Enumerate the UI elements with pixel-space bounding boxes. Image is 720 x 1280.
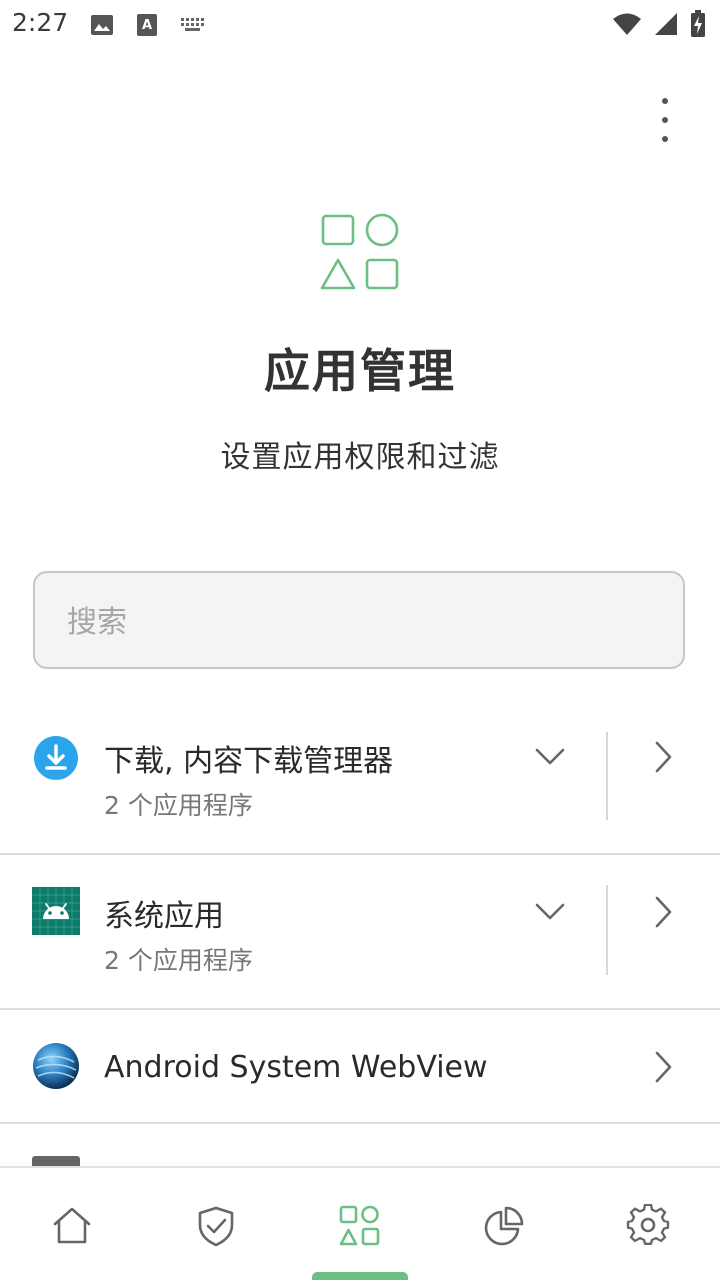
wifi-icon <box>613 13 641 35</box>
apps-shapes-icon <box>320 213 399 290</box>
status-notification-icons: A <box>90 12 206 38</box>
shield-check-icon[interactable] <box>194 1204 238 1248</box>
android-icon <box>32 887 80 935</box>
list-item-downloads[interactable]: 下载, 内容下载管理器 2 个应用程序 <box>0 708 720 854</box>
page-subtitle: 设置应用权限和过滤 <box>220 440 500 475</box>
svg-text:A: A <box>142 18 152 33</box>
bottom-navigation <box>0 1166 720 1280</box>
keyboard-icon <box>181 18 204 31</box>
webview-globe-icon <box>33 1043 79 1089</box>
battery-charging-icon <box>691 10 705 37</box>
search-input[interactable] <box>65 599 649 645</box>
download-icon <box>34 736 78 780</box>
overflow-menu-button[interactable] <box>650 98 680 142</box>
image-icon <box>91 15 113 35</box>
list-item-title: 下载, 内容下载管理器 <box>104 744 394 779</box>
settings-gear-icon[interactable] <box>626 1204 670 1248</box>
chevron-down-icon[interactable] <box>534 901 566 923</box>
vertical-divider <box>606 885 608 975</box>
text-a-icon: A <box>137 14 157 36</box>
chevron-down-icon[interactable] <box>534 746 566 768</box>
chevron-right-icon[interactable] <box>652 895 674 929</box>
home-icon[interactable] <box>50 1204 94 1248</box>
page-title: 应用管理 <box>264 344 456 398</box>
list-item-title: 系统应用 <box>104 899 224 934</box>
overflow-dot <box>662 98 668 104</box>
app-icon-partial <box>32 1156 80 1166</box>
chevron-right-icon[interactable] <box>652 740 674 774</box>
status-time: 2:27 <box>12 8 69 37</box>
overflow-dot <box>662 136 668 142</box>
app-screen: 2:27 A 应用管理 设置应用权限和过滤 搜索 下载, 内容下载管理器 2 个… <box>0 0 720 1280</box>
list-item-title: Android System WebView <box>104 1050 488 1085</box>
list-item-partial[interactable] <box>0 1124 720 1166</box>
signal-icon <box>655 13 677 35</box>
search-field[interactable] <box>33 571 685 669</box>
overflow-dot <box>662 117 668 123</box>
list-item-system-apps[interactable]: 系统应用 2 个应用程序 <box>0 855 720 1008</box>
status-bar: 2:27 A <box>0 0 720 48</box>
apps-icon[interactable] <box>338 1204 382 1248</box>
list-item-subtitle: 2 个应用程序 <box>104 791 253 820</box>
list-item-subtitle: 2 个应用程序 <box>104 946 253 975</box>
pie-chart-icon[interactable] <box>482 1204 526 1248</box>
status-system-icons <box>612 10 706 38</box>
active-nav-indicator <box>312 1272 408 1280</box>
vertical-divider <box>606 732 608 820</box>
chevron-right-icon[interactable] <box>652 1050 674 1084</box>
list-item-webview[interactable]: Android System WebView <box>0 1010 720 1122</box>
